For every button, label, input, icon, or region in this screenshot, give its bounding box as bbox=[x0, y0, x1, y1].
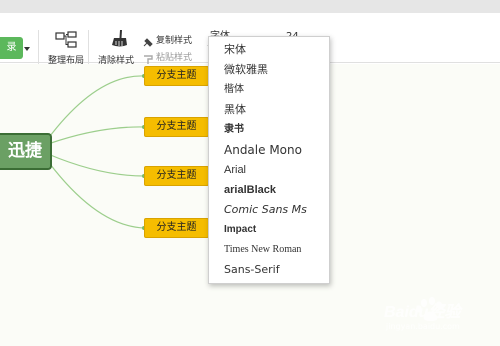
connector-line bbox=[47, 126, 145, 145]
root-topic-node[interactable]: 迅捷 bbox=[0, 133, 52, 170]
layout-icon[interactable] bbox=[55, 31, 77, 53]
clear-style-icon[interactable] bbox=[109, 29, 129, 53]
theme-dropdown-caret[interactable] bbox=[24, 47, 30, 51]
font-option[interactable]: 隶书 bbox=[224, 121, 244, 139]
font-option[interactable]: Sans-Serif bbox=[224, 261, 280, 279]
paste-style-button: 粘贴样式 bbox=[156, 53, 193, 63]
connector-line bbox=[47, 153, 145, 177]
branch-topic-node[interactable]: 分支主题 bbox=[144, 218, 209, 238]
connector-line bbox=[43, 155, 145, 229]
connector-line bbox=[43, 75, 145, 145]
font-option[interactable]: Times New Roman bbox=[224, 241, 301, 259]
branch-topic-node[interactable]: 分支主题 bbox=[144, 166, 209, 186]
watermark-text: Baidu经验 bbox=[384, 304, 461, 321]
branch-topic-node[interactable]: 分支主题 bbox=[144, 66, 209, 86]
font-option[interactable]: Comic Sans Ms bbox=[224, 201, 307, 219]
branch-topic-node[interactable]: 分支主题 bbox=[144, 117, 209, 137]
font-option[interactable]: 楷体 bbox=[224, 81, 244, 99]
watermark-url: jingyan.baidu.com bbox=[386, 322, 460, 331]
font-option[interactable]: arialBlack bbox=[224, 181, 276, 199]
font-option[interactable]: 黑体 bbox=[224, 101, 246, 119]
baidu-watermark: Baidu经验 jingyan.baidu.com bbox=[384, 296, 494, 336]
font-option[interactable]: Arial bbox=[224, 161, 246, 179]
window-top-strip bbox=[0, 0, 500, 13]
copy-style-button[interactable]: 复制样式 bbox=[156, 33, 192, 46]
font-option[interactable]: Impact bbox=[224, 221, 256, 239]
font-option[interactable]: Andale Mono bbox=[224, 141, 302, 159]
font-family-dropdown-menu: 宋体 微软雅黑 楷体 黑体 隶书 Andale Mono Arial arial… bbox=[208, 36, 330, 284]
font-option[interactable]: 宋体 bbox=[224, 41, 246, 59]
theme-button[interactable]: 录 bbox=[0, 37, 23, 59]
font-option[interactable]: 微软雅黑 bbox=[224, 61, 268, 79]
